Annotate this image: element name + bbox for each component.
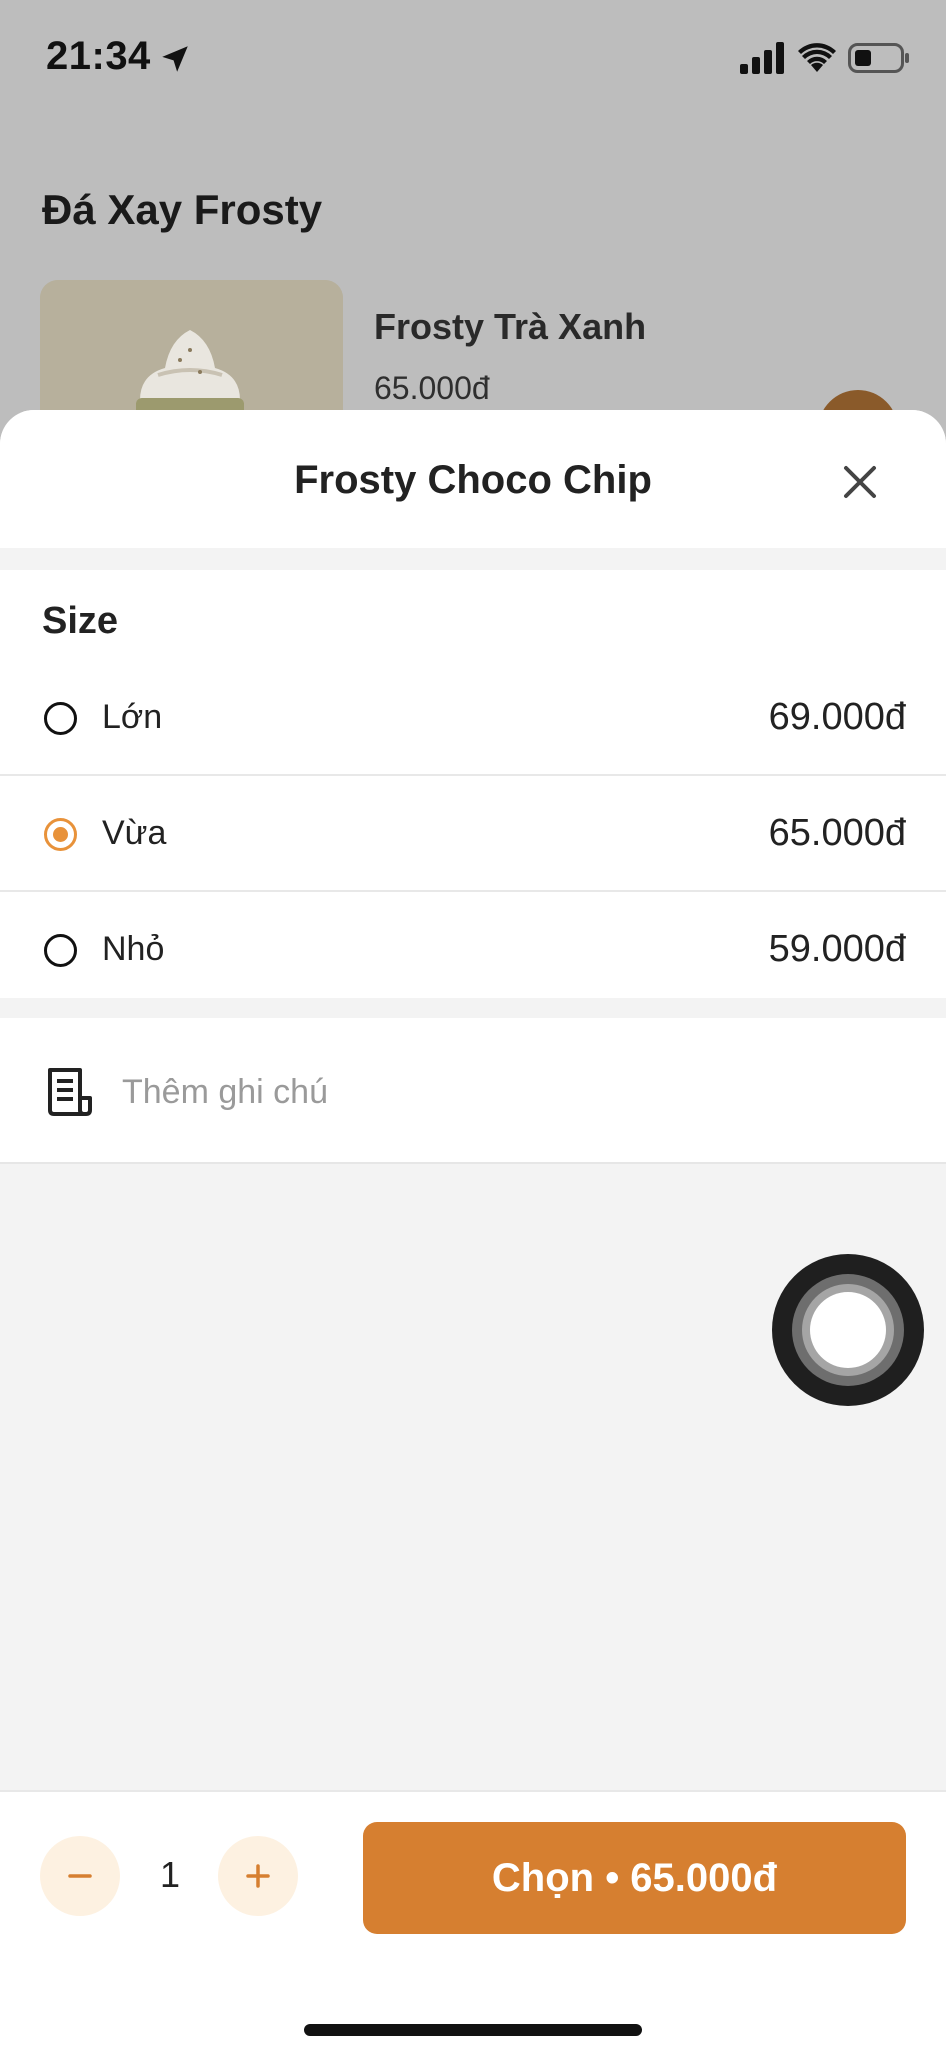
status-bar: 21:34: [0, 0, 946, 120]
size-section-title: Size: [42, 600, 119, 642]
plus-icon: [246, 1864, 270, 1888]
close-icon[interactable]: [838, 460, 882, 504]
location-arrow-icon: [162, 46, 188, 72]
size-option-price: 69.000đ: [768, 696, 906, 738]
assistive-touch-core: [810, 1292, 886, 1368]
note-icon: [48, 1068, 92, 1116]
size-option-label: Vừa: [102, 814, 167, 852]
assistive-touch-button[interactable]: [772, 1254, 924, 1406]
section-title: Đá Xay Frosty: [42, 186, 323, 233]
size-option-vua[interactable]: Vừa 65.000đ: [0, 776, 946, 892]
background-page: 21:34 Đá Xay Frosty Frosty Trà Xanh 65.0…: [0, 0, 946, 480]
bottom-action-bar: 1 Chọn • 65.000đ: [0, 1790, 946, 2048]
status-time: 21:34: [46, 34, 151, 78]
cellular-signal-icon: [740, 42, 784, 74]
wifi-icon: [798, 43, 836, 72]
divider: [0, 1162, 946, 1164]
size-option-label: Nhỏ: [102, 930, 165, 968]
sheet-title: Frosty Choco Chip: [294, 458, 652, 502]
radio-unchecked-icon[interactable]: [44, 934, 77, 967]
note-section[interactable]: [0, 1018, 946, 1164]
radio-checked-icon[interactable]: [44, 818, 77, 851]
battery-icon: [848, 43, 909, 73]
size-section: Size Lớn 69.000đ Vừa 65.000đ Nhỏ 59.000đ: [0, 570, 946, 998]
sheet-header: Frosty Choco Chip: [0, 410, 946, 548]
radio-unchecked-icon[interactable]: [44, 702, 77, 735]
home-indicator: [304, 2024, 642, 2036]
product-price: 65.000đ: [374, 370, 490, 406]
note-input[interactable]: [122, 1064, 822, 1120]
size-option-lon[interactable]: Lớn 69.000đ: [0, 660, 946, 776]
size-option-label: Lớn: [102, 698, 163, 736]
size-option-nho[interactable]: Nhỏ 59.000đ: [0, 892, 946, 1008]
product-name: Frosty Trà Xanh: [374, 306, 647, 347]
choose-button[interactable]: Chọn • 65.000đ: [363, 1822, 906, 1934]
quantity-value: 1: [159, 1854, 181, 1895]
minus-icon: [68, 1874, 92, 1878]
decrease-quantity-button[interactable]: [40, 1836, 120, 1916]
size-option-price: 65.000đ: [768, 812, 906, 854]
size-option-price: 59.000đ: [768, 928, 906, 970]
product-options-sheet: Frosty Choco Chip Size Lớn 69.000đ Vừa 6…: [0, 410, 946, 2048]
increase-quantity-button[interactable]: [218, 1836, 298, 1916]
